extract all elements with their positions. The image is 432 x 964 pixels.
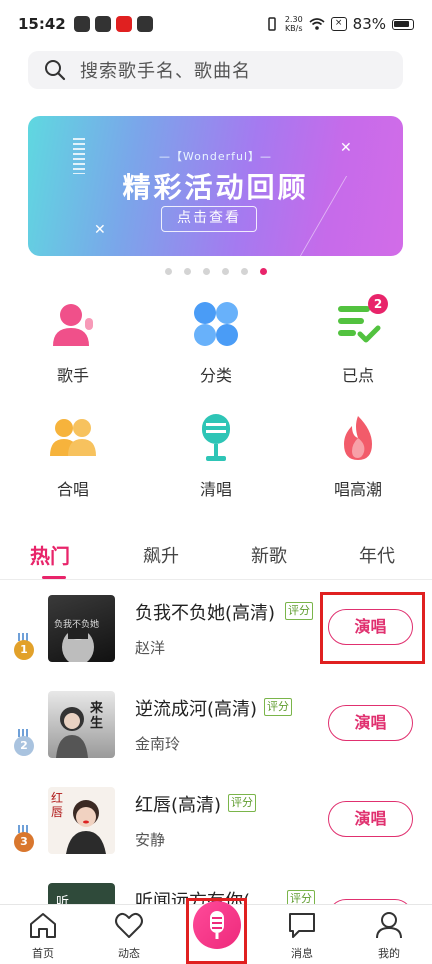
app-notification-icon [94, 16, 111, 32]
app-screen: 15:42 2.30 KB/s × 83% 搜索歌手名、歌曲名 ✕ ✕ —【Wo… [0, 0, 432, 964]
category-singer[interactable]: 歌手 [13, 300, 133, 386]
song-singer: 赵洋 [135, 639, 166, 657]
sparkle-icon: ✕ [94, 222, 106, 238]
bronze-medal-icon: 3 [14, 825, 34, 852]
banner-title: 精彩活动回顾 [122, 171, 309, 204]
app-notification-icon [115, 16, 132, 32]
app-notification-icon [73, 16, 90, 32]
highlight-box [320, 592, 425, 664]
sing-button[interactable]: 演唱 [328, 705, 413, 741]
category-icon [192, 300, 240, 348]
song-row[interactable]: 3 红唇 红唇(高清) 评分 安静 演唱 [0, 787, 432, 883]
status-time: 15:42 [18, 15, 66, 33]
pagination-dot[interactable] [165, 268, 172, 275]
cover-text: 红唇 [51, 791, 64, 819]
pagination-dot[interactable] [184, 268, 191, 275]
sing-button[interactable]: 演唱 [328, 801, 413, 837]
pagination-dot[interactable] [222, 268, 229, 275]
rating-tag[interactable]: 评分 [285, 602, 313, 620]
gold-medal-icon: 1 [14, 633, 34, 660]
nav-label: 消息 [291, 947, 313, 960]
wifi-icon [309, 18, 325, 30]
category-duet[interactable]: 合唱 [13, 414, 133, 500]
network-speed: 2.30 KB/s [284, 15, 303, 33]
song-title: 逆流成河(高清) [135, 699, 258, 720]
category-label: 已点 [341, 366, 374, 385]
nav-label: 首页 [32, 947, 54, 960]
pagination-dot-active[interactable] [260, 268, 267, 275]
banner-subtitle: —【Wonderful】— [158, 150, 273, 163]
song-cover: 负我不负她 [48, 595, 115, 662]
category-climax[interactable]: 唱高潮 [298, 414, 418, 500]
nav-label: 我的 [378, 947, 400, 960]
cover-text: 负我不负她 [54, 620, 100, 630]
singer-icon [49, 300, 97, 348]
search-placeholder: 搜索歌手名、歌曲名 [80, 61, 251, 82]
song-title: 负我不负她(高清) [135, 603, 276, 624]
status-right: 2.30 KB/s × 83% [265, 15, 414, 33]
category-ordered[interactable]: 2 已点 [298, 294, 418, 386]
category-label: 唱高潮 [333, 480, 382, 499]
song-title: 红唇(高清) [135, 795, 222, 816]
highlight-box [186, 898, 247, 964]
song-singer: 安静 [135, 831, 166, 849]
cover-text: 来生 [90, 701, 104, 731]
app-notification-icon [136, 16, 153, 32]
category-classify[interactable]: 分类 [156, 300, 276, 386]
search-bar[interactable]: 搜索歌手名、歌曲名 [28, 51, 403, 89]
nav-home[interactable]: 首页 [13, 911, 73, 961]
song-cover: 来生 [48, 691, 115, 758]
rating-tag[interactable]: 评分 [264, 698, 292, 716]
category-label: 合唱 [56, 480, 89, 499]
tab-new[interactable]: 新歌 [251, 542, 287, 568]
tab-era[interactable]: 年代 [359, 542, 395, 568]
silver-medal-icon: 2 [14, 729, 34, 756]
song-tabs: 热门 飙升 新歌 年代 [0, 536, 432, 579]
pagination-dot[interactable] [241, 268, 248, 275]
message-icon [289, 913, 315, 938]
microphone-icon [192, 414, 240, 462]
song-row[interactable]: 2 来生 逆流成河(高清) 评分 金南玲 演唱 [0, 691, 432, 787]
tab-hot[interactable]: 热门 [30, 540, 70, 569]
heart-icon [115, 912, 143, 938]
ordered-count-badge: 2 [368, 294, 388, 314]
profile-icon [376, 912, 402, 939]
song-cover: 红唇 [48, 787, 115, 854]
category-label: 歌手 [56, 366, 89, 385]
category-label: 分类 [199, 366, 232, 385]
duet-icon [49, 414, 97, 462]
song-singer: 金南玲 [135, 735, 181, 753]
banner-pagination [0, 260, 432, 279]
category-acapella[interactable]: 清唱 [156, 414, 276, 500]
tab-rising[interactable]: 飙升 [143, 542, 179, 568]
nav-profile[interactable]: 我的 [359, 911, 419, 961]
ordered-list-icon: 2 [334, 294, 388, 348]
divider [0, 579, 432, 580]
flame-icon [334, 414, 382, 462]
vibrate-icon [268, 17, 276, 31]
banner-cta-button[interactable]: 点击查看 [161, 206, 257, 232]
rating-tag[interactable]: 评分 [228, 794, 256, 812]
nav-label: 动态 [118, 947, 140, 960]
nav-messages[interactable]: 消息 [272, 911, 332, 961]
search-icon [45, 60, 66, 81]
battery-percent: 83% [352, 15, 386, 33]
status-bar: 15:42 2.30 KB/s × 83% [0, 0, 432, 48]
battery-icon [392, 18, 414, 30]
nav-feed[interactable]: 动态 [99, 911, 159, 961]
pagination-dot[interactable] [203, 268, 210, 275]
promo-banner[interactable]: ✕ ✕ —【Wonderful】— 精彩活动回顾 点击查看 [28, 116, 403, 256]
home-icon [30, 913, 56, 938]
category-label: 清唱 [199, 480, 232, 499]
sim-error-icon: × [330, 17, 347, 31]
